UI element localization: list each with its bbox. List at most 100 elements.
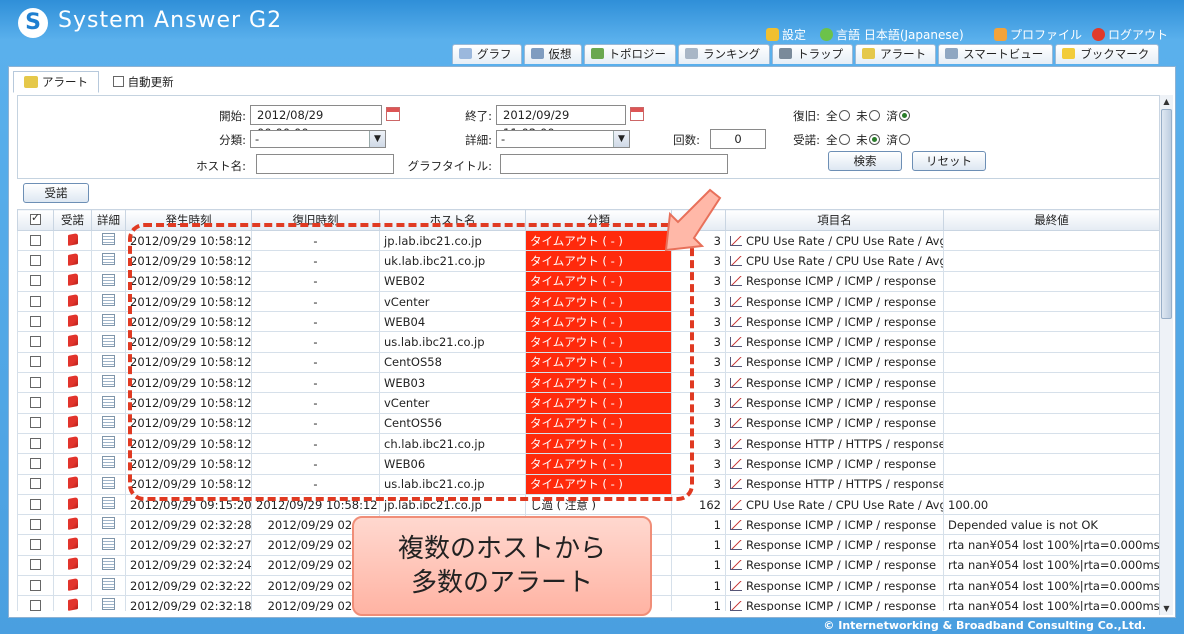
- graph-icon[interactable]: [730, 398, 742, 409]
- row-accept-cell[interactable]: [53, 290, 92, 313]
- row-select-cell[interactable]: [17, 432, 54, 455]
- accept-flag-icon[interactable]: [67, 395, 78, 408]
- graph-icon[interactable]: [730, 255, 742, 266]
- detail-icon[interactable]: [102, 557, 115, 570]
- table-row[interactable]: 2012/09/29 10:58:12- uk.lab.ibc21.co.jp タイ…: [17, 250, 1159, 272]
- accept-flag-icon[interactable]: [67, 374, 78, 388]
- accept-flag-icon[interactable]: [67, 435, 78, 449]
- row-checkbox[interactable]: [30, 234, 41, 246]
- accept-flag-icon[interactable]: [67, 313, 78, 327]
- recovery-done-radio[interactable]: [898, 110, 910, 121]
- row-select-cell[interactable]: [17, 575, 54, 597]
- row-select-cell[interactable]: [17, 595, 54, 611]
- accept-done-radio[interactable]: [898, 134, 910, 145]
- row-item[interactable]: Response ICMP / ICMP / response: [725, 453, 944, 475]
- graph-icon[interactable]: [730, 296, 742, 307]
- row-checkbox[interactable]: [30, 315, 41, 327]
- row-select-cell[interactable]: [17, 534, 54, 556]
- graph-icon[interactable]: [730, 418, 742, 429]
- graph-icon[interactable]: [730, 499, 742, 510]
- tab-topology[interactable]: トポロジー: [583, 44, 676, 64]
- table-row[interactable]: 2012/09/29 10:58:12- WEB03 タイムアウト ( - ) 3 Re…: [17, 372, 1159, 394]
- row-item[interactable]: Response ICMP / ICMP / response: [725, 351, 944, 374]
- row-detail-cell[interactable]: [91, 311, 126, 333]
- row-accept-cell[interactable]: [53, 595, 92, 611]
- detail-icon[interactable]: [102, 294, 115, 307]
- logout-link[interactable]: ログアウト: [1092, 26, 1168, 43]
- row-accept-cell[interactable]: [53, 453, 92, 475]
- autorefresh-checkbox[interactable]: [113, 76, 124, 87]
- row-item[interactable]: CPU Use Rate / CPU Use Rate / Avg: [725, 493, 944, 516]
- accept-flag-icon[interactable]: [67, 415, 78, 429]
- row-select-cell[interactable]: [17, 331, 54, 353]
- row-select-cell[interactable]: [17, 554, 54, 577]
- row-detail-cell[interactable]: [91, 331, 126, 353]
- table-row[interactable]: 2012/09/29 10:58:12- us.lab.ibc21.co.jp タイ…: [17, 331, 1159, 353]
- row-checkbox[interactable]: [30, 397, 41, 409]
- row-accept-cell[interactable]: [53, 372, 92, 394]
- select-all-header[interactable]: [17, 209, 54, 231]
- table-row[interactable]: 2012/09/29 10:58:12- CentOS58 タイムアウト ( - )…: [17, 351, 1159, 374]
- scroll-up-icon[interactable]: ▲: [1160, 95, 1173, 108]
- graph-icon[interactable]: [730, 580, 742, 591]
- row-item[interactable]: CPU Use Rate / CPU Use Rate / Avg: [725, 250, 944, 272]
- row-accept-cell[interactable]: [53, 229, 92, 252]
- reset-button[interactable]: リセット: [912, 151, 986, 171]
- row-item[interactable]: Response ICMP / ICMP / response: [725, 595, 944, 611]
- row-accept-cell[interactable]: [53, 270, 92, 292]
- row-item[interactable]: Response ICMP / ICMP / response: [725, 392, 944, 414]
- row-accept-cell[interactable]: [53, 331, 92, 353]
- row-checkbox[interactable]: [30, 498, 41, 510]
- table-row[interactable]: 2012/09/29 10:58:12- vCenter タイムアウト ( - ) 3…: [17, 392, 1159, 414]
- accept-flag-icon[interactable]: [67, 456, 78, 469]
- row-checkbox[interactable]: [30, 437, 41, 449]
- detail-icon[interactable]: [102, 314, 115, 327]
- detail-icon[interactable]: [102, 476, 115, 489]
- row-detail-cell[interactable]: [91, 250, 126, 272]
- recovery-not-radio[interactable]: [868, 110, 880, 121]
- row-select-cell[interactable]: [17, 392, 54, 414]
- row-select-cell[interactable]: [17, 473, 54, 495]
- detail-icon[interactable]: [102, 395, 115, 408]
- detail-icon[interactable]: [102, 354, 115, 367]
- col-category-header[interactable]: 分類: [525, 209, 672, 231]
- accept-flag-icon[interactable]: [67, 232, 78, 246]
- accept-all-radio[interactable]: [838, 134, 850, 145]
- end-date-field[interactable]: 2012/09/29 11:02:00: [496, 105, 626, 140]
- row-item[interactable]: Response ICMP / ICMP / response: [725, 412, 944, 434]
- graph-icon[interactable]: [730, 600, 742, 611]
- row-accept-cell[interactable]: [53, 311, 92, 333]
- row-item[interactable]: Response ICMP / ICMP / response: [725, 290, 944, 313]
- row-select-cell[interactable]: [17, 493, 54, 516]
- graph-title-field[interactable]: [500, 154, 728, 174]
- col-recovered-header[interactable]: 復旧時刻: [251, 209, 380, 231]
- recovery-all-radio[interactable]: [838, 110, 850, 121]
- row-accept-cell[interactable]: [53, 432, 92, 455]
- accept-flag-icon[interactable]: [67, 557, 78, 571]
- subtab-alert[interactable]: アラート: [13, 71, 99, 93]
- row-checkbox[interactable]: [30, 417, 41, 429]
- detail-icon[interactable]: [102, 415, 115, 428]
- row-item[interactable]: Response ICMP / ICMP / response: [725, 575, 944, 597]
- row-select-cell[interactable]: [17, 250, 54, 272]
- row-checkbox[interactable]: [30, 539, 41, 551]
- row-accept-cell[interactable]: [53, 493, 92, 516]
- host-field[interactable]: [256, 154, 394, 174]
- graph-icon[interactable]: [730, 519, 742, 530]
- category-select[interactable]: - ▼: [250, 130, 386, 148]
- row-accept-cell[interactable]: [53, 250, 92, 272]
- detail-icon[interactable]: [102, 497, 115, 509]
- accept-flag-icon[interactable]: [67, 334, 78, 348]
- detail-icon[interactable]: [102, 334, 115, 347]
- accept-flag-icon[interactable]: [67, 537, 78, 550]
- row-item[interactable]: Response ICMP / ICMP / response: [725, 554, 944, 577]
- table-row[interactable]: 2012/09/29 10:58:12- WEB04 タイムアウト ( - ) 3 Re…: [17, 311, 1159, 333]
- graph-icon[interactable]: [730, 479, 742, 490]
- table-row[interactable]: 2012/09/29 10:58:12- WEB06 タイムアウト ( - ) 3 Re…: [17, 453, 1159, 475]
- table-row[interactable]: 2012/09/29 09:15:20 2012/09/29 10:58:12 jp…: [17, 493, 1159, 516]
- row-select-cell[interactable]: [17, 514, 54, 536]
- row-item[interactable]: Response ICMP / ICMP / response: [725, 331, 944, 353]
- accept-flag-icon[interactable]: [67, 354, 78, 368]
- autorefresh-toggle[interactable]: 自動更新: [113, 74, 174, 90]
- graph-icon[interactable]: [730, 540, 742, 551]
